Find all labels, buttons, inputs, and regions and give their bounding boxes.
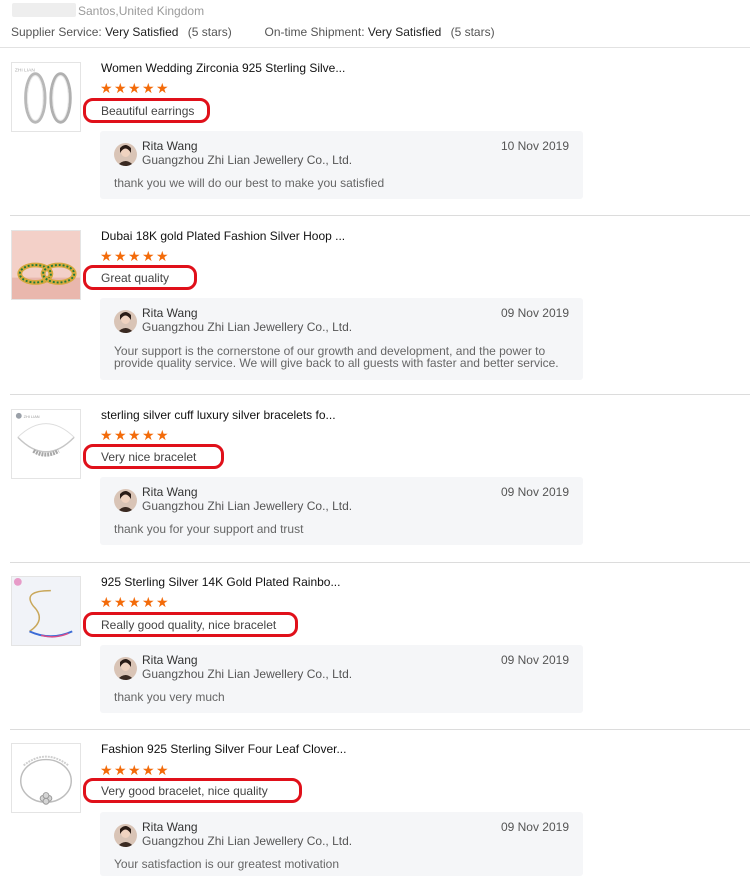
review-item: Fashion 925 Sterling Silver Four Leaf Cl… bbox=[0, 730, 750, 876]
replier-name: Rita Wang bbox=[142, 820, 198, 834]
star-icon: ★ bbox=[100, 762, 113, 778]
review-header: Santos,United Kingdom Supplier Service: … bbox=[0, 0, 750, 48]
supplier-service-value: Very Satisfied bbox=[105, 25, 179, 39]
supplier-ratings: Supplier Service: Very Satisfied (5 star… bbox=[11, 25, 495, 39]
shipment-value: Very Satisfied bbox=[367, 25, 442, 39]
review-item: 925 Sterling Silver 14K Gold Plated Rain… bbox=[0, 563, 750, 730]
comment-highlight: Very good bracelet, nice quality bbox=[83, 778, 302, 803]
reply-text: thank you very much bbox=[114, 690, 225, 704]
star-icon: ★ bbox=[142, 427, 155, 443]
star-icon: ★ bbox=[100, 80, 113, 96]
comment-highlight: Really good quality, nice bracelet bbox=[83, 612, 298, 637]
star-icon: ★ bbox=[100, 248, 113, 264]
avatar bbox=[114, 657, 137, 680]
star-icon: ★ bbox=[100, 594, 113, 610]
review-item: ZHI LIAN sterling silver cuff luxury sil… bbox=[0, 395, 750, 563]
star-icon: ★ bbox=[114, 427, 127, 443]
blurred-reviewer-name bbox=[12, 3, 76, 17]
product-title-link[interactable]: Dubai 18K gold Plated Fashion Silver Hoo… bbox=[101, 229, 345, 243]
rating-stars: ★ ★ ★ ★ ★ bbox=[100, 762, 169, 778]
star-icon: ★ bbox=[156, 80, 169, 96]
replier-name: Rita Wang bbox=[142, 653, 198, 667]
star-icon: ★ bbox=[142, 594, 155, 610]
star-icon: ★ bbox=[114, 80, 127, 96]
star-icon: ★ bbox=[156, 594, 169, 610]
shipment-stars: (5 stars) bbox=[450, 25, 495, 39]
rainbow-bracelet-image[interactable] bbox=[11, 576, 81, 646]
avatar bbox=[114, 310, 137, 333]
product-title-link[interactable]: Women Wedding Zirconia 925 Sterling Silv… bbox=[101, 61, 345, 75]
star-icon: ★ bbox=[142, 248, 155, 264]
supplier-reply: Rita Wang Guangzhou Zhi Lian Jewellery C… bbox=[100, 645, 583, 713]
star-icon: ★ bbox=[114, 762, 127, 778]
star-icon: ★ bbox=[114, 594, 127, 610]
supplier-reply: Rita Wang Guangzhou Zhi Lian Jewellery C… bbox=[100, 477, 583, 545]
review-comment: Really good quality, nice bracelet bbox=[101, 618, 277, 632]
clover-bracelet-image[interactable] bbox=[11, 743, 81, 813]
star-icon: ★ bbox=[156, 427, 169, 443]
svg-text:ZHI LIAN: ZHI LIAN bbox=[15, 68, 35, 74]
review-comment: Beautiful earrings bbox=[101, 104, 195, 118]
star-icon: ★ bbox=[100, 427, 113, 443]
product-title-link[interactable]: Fashion 925 Sterling Silver Four Leaf Cl… bbox=[101, 742, 346, 756]
star-icon: ★ bbox=[142, 80, 155, 96]
replier-name: Rita Wang bbox=[142, 306, 198, 320]
star-icon: ★ bbox=[156, 248, 169, 264]
review-item: Dubai 18K gold Plated Fashion Silver Hoo… bbox=[0, 216, 750, 395]
reply-text: thank you we will do our best to make yo… bbox=[114, 176, 385, 190]
replier-company: Guangzhou Zhi Lian Jewellery Co., Ltd. bbox=[142, 499, 353, 513]
replier-company: Guangzhou Zhi Lian Jewellery Co., Ltd. bbox=[142, 667, 353, 681]
shipment-label: On-time Shipment: bbox=[264, 25, 365, 39]
review-comment: Very good bracelet, nice quality bbox=[101, 784, 268, 798]
comment-highlight: Great quality bbox=[83, 265, 197, 290]
rating-stars: ★ ★ ★ ★ ★ bbox=[100, 594, 169, 610]
rating-stars: ★ ★ ★ ★ ★ bbox=[100, 248, 169, 264]
avatar bbox=[114, 489, 137, 512]
supplier-reply: Rita Wang Guangzhou Zhi Lian Jewellery C… bbox=[100, 298, 583, 380]
review-comment: Very nice bracelet bbox=[101, 450, 197, 464]
reply-date: 10 Nov 2019 bbox=[500, 139, 569, 153]
star-icon: ★ bbox=[128, 594, 141, 610]
replier-company: Guangzhou Zhi Lian Jewellery Co., Ltd. bbox=[142, 834, 353, 848]
reply-date: 09 Nov 2019 bbox=[500, 820, 569, 834]
product-title-link[interactable]: 925 Sterling Silver 14K Gold Plated Rain… bbox=[101, 575, 340, 589]
replier-company: Guangzhou Zhi Lian Jewellery Co., Ltd. bbox=[142, 153, 353, 167]
reply-date: 09 Nov 2019 bbox=[500, 653, 569, 667]
avatar bbox=[114, 824, 137, 847]
review-item: ZHI LIAN Women Wedding Zirconia 925 Ster… bbox=[0, 48, 750, 216]
product-title-link[interactable]: sterling silver cuff luxury silver brace… bbox=[101, 408, 336, 422]
gold-hoop-image[interactable] bbox=[11, 230, 81, 300]
replier-name: Rita Wang bbox=[142, 139, 198, 153]
comment-highlight: Beautiful earrings bbox=[83, 98, 210, 123]
reply-date: 09 Nov 2019 bbox=[500, 306, 569, 320]
review-comment: Great quality bbox=[101, 271, 170, 285]
comment-highlight: Very nice bracelet bbox=[83, 444, 224, 469]
reply-text: thank you for your support and trust bbox=[114, 522, 304, 536]
reply-text: Your satisfaction is our greatest motiva… bbox=[114, 857, 340, 871]
star-icon: ★ bbox=[128, 427, 141, 443]
replier-name: Rita Wang bbox=[142, 485, 198, 499]
reply-text: Your support is the cornerstone of our g… bbox=[114, 344, 559, 370]
star-icon: ★ bbox=[128, 762, 141, 778]
rating-stars: ★ ★ ★ ★ ★ bbox=[100, 427, 169, 443]
star-icon: ★ bbox=[128, 248, 141, 264]
silver-bracelet-image[interactable]: ZHI LIAN bbox=[11, 409, 81, 479]
hoop-earrings-image[interactable]: ZHI LIAN bbox=[11, 62, 81, 132]
avatar bbox=[114, 143, 137, 166]
reviewer-location: Santos,United Kingdom bbox=[78, 4, 205, 18]
star-icon: ★ bbox=[156, 762, 169, 778]
svg-text:ZHI LIAN: ZHI LIAN bbox=[24, 414, 40, 419]
star-icon: ★ bbox=[142, 762, 155, 778]
reply-date: 09 Nov 2019 bbox=[500, 485, 569, 499]
supplier-reply: Rita Wang Guangzhou Zhi Lian Jewellery C… bbox=[100, 812, 583, 876]
supplier-reply: Rita Wang Guangzhou Zhi Lian Jewellery C… bbox=[100, 131, 583, 199]
supplier-service-stars: (5 stars) bbox=[187, 25, 232, 39]
supplier-service-label: Supplier Service: bbox=[11, 25, 102, 39]
rating-stars: ★ ★ ★ ★ ★ bbox=[100, 80, 169, 96]
replier-company: Guangzhou Zhi Lian Jewellery Co., Ltd. bbox=[142, 320, 353, 334]
star-icon: ★ bbox=[128, 80, 141, 96]
star-icon: ★ bbox=[114, 248, 127, 264]
